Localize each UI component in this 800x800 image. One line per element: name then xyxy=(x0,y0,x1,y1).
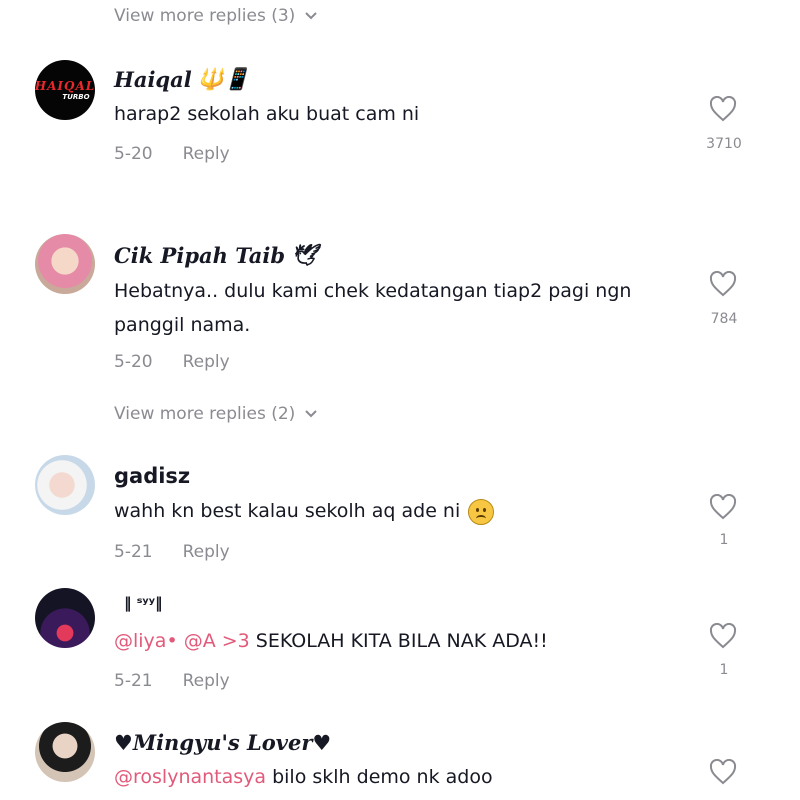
comment-username[interactable]: Haiqal 🔱📱 xyxy=(114,66,250,92)
like-count: 3710 xyxy=(706,136,742,152)
comment-meta: 5-21 Reply xyxy=(114,542,230,562)
comment-date: 5-21 xyxy=(114,542,153,562)
comment-username[interactable]: gadisz xyxy=(114,464,190,488)
comment-meta: 5-21 Reply xyxy=(114,671,230,691)
username-text: ‖ ˢʸʸ‖ xyxy=(124,594,163,612)
comment-text: @roslynantasya bilo sklh demo nk adoo xyxy=(114,760,694,794)
heart-outline-icon[interactable] xyxy=(709,494,737,520)
chevron-down-icon xyxy=(305,410,318,418)
like-count: 1 xyxy=(719,662,729,678)
comment-text: @liya• @A >3 SEKOLAH KITA BILA NAK ADA!! xyxy=(114,624,694,658)
heart-outline-icon[interactable] xyxy=(709,759,737,785)
comment-meta: 5-20 Reply xyxy=(114,352,230,372)
comment-text: Hebatnya.. dulu kami chek kedatangan tia… xyxy=(114,280,632,336)
comment-text-body: wahh kn best kalau sekolh aq ade ni xyxy=(114,500,461,522)
avatar-logo-text: HAIQAL xyxy=(35,79,95,93)
heart-outline-icon[interactable] xyxy=(709,271,737,297)
username-text: gadisz xyxy=(114,464,191,488)
mention-link[interactable]: @A >3 xyxy=(184,630,250,652)
like-count: 1 xyxy=(719,532,729,548)
like-count: 784 xyxy=(710,311,738,327)
username-text: ♥Mingyu's Lover♥ xyxy=(114,730,332,755)
comment-username[interactable]: ♥Mingyu's Lover♥ xyxy=(114,730,331,755)
worried-face-emoji-icon xyxy=(468,498,495,525)
username-emoji: 🔱📱 xyxy=(197,66,250,91)
reply-button[interactable]: Reply xyxy=(183,144,230,164)
view-more-replies-2[interactable]: View more replies (2) xyxy=(114,404,318,424)
mention-link[interactable]: @liya• xyxy=(114,630,178,652)
mention-link[interactable]: @roslynantasya xyxy=(114,766,266,788)
username-text: Haiqal xyxy=(114,66,192,92)
comment-text-body: SEKOLAH KITA BILA NAK ADA!! xyxy=(249,630,548,652)
avatar-logo-subtext: TURBO xyxy=(62,93,90,101)
heart-outline-icon[interactable] xyxy=(709,623,737,649)
comment-username[interactable]: Cik Pipah Taib 🕊 xyxy=(114,242,318,268)
comment-text: harap2 sekolah aku buat cam ni xyxy=(114,103,420,125)
chevron-down-icon xyxy=(305,12,318,20)
avatar[interactable] xyxy=(35,722,95,782)
reply-button[interactable]: Reply xyxy=(183,352,230,372)
comment-date: 5-21 xyxy=(114,671,153,691)
avatar[interactable] xyxy=(35,588,95,648)
avatar[interactable] xyxy=(35,455,95,515)
avatar[interactable] xyxy=(35,234,95,294)
comment-text-body: bilo sklh demo nk adoo xyxy=(266,766,493,788)
comment-text: wahh kn best kalau sekolh aq ade ni xyxy=(114,494,694,528)
avatar[interactable]: HAIQAL TURBO xyxy=(35,60,95,120)
reply-button[interactable]: Reply xyxy=(183,542,230,562)
view-more-label: View more replies (3) xyxy=(114,6,296,26)
comment-username[interactable]: ‖ ˢʸʸ‖ xyxy=(124,594,162,612)
username-text: Cik Pipah Taib xyxy=(114,242,286,268)
view-more-label: View more replies (2) xyxy=(114,404,296,424)
comment-meta: 5-20 Reply xyxy=(114,144,230,164)
comment-date: 5-20 xyxy=(114,352,153,372)
username-emoji: 🕊 xyxy=(291,242,318,267)
reply-button[interactable]: Reply xyxy=(183,671,230,691)
heart-outline-icon[interactable] xyxy=(709,96,737,122)
view-more-replies-1[interactable]: View more replies (3) xyxy=(114,6,318,26)
comment-date: 5-20 xyxy=(114,144,153,164)
